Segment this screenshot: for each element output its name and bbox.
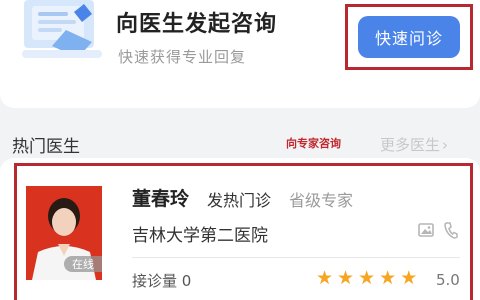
image-consult-icon[interactable]	[418, 222, 434, 238]
consult-card: 向医生发起咨询 快速获得专业回复 快速问诊	[0, 0, 480, 108]
rating-stars: ★ ★ ★ ★ ★	[316, 268, 417, 288]
star-icon: ★	[337, 267, 355, 289]
section-title: 热门医生	[12, 137, 80, 157]
rating-value: 5.0	[436, 271, 460, 289]
star-icon: ★	[316, 267, 334, 289]
doctor-name: 董春玲	[132, 188, 190, 210]
star-icon: ★	[358, 267, 376, 289]
star-icon: ★	[379, 267, 397, 289]
consult-subtitle: 快速获得专业回复	[118, 48, 247, 66]
doctor-department: 发热门诊	[207, 191, 272, 210]
doctor-hospital: 吉林大学第二医院	[132, 226, 268, 246]
chevron-right-icon: ›	[442, 136, 449, 154]
document-illustration-icon	[22, 0, 102, 58]
annotation-label: 向专家咨询	[286, 137, 341, 150]
quick-consult-button[interactable]: 快速问诊	[358, 16, 460, 58]
star-icon: ★	[400, 267, 418, 289]
consult-title: 向医生发起咨询	[116, 12, 278, 37]
online-badge: 在线	[64, 256, 102, 272]
more-doctors-link[interactable]: 更多医生 ›	[380, 134, 448, 155]
consult-count: 接诊量 0	[132, 272, 192, 290]
doctor-level: 省级专家	[289, 191, 354, 210]
quick-consult-highlight-frame: 快速问诊	[345, 4, 473, 70]
more-doctors-label: 更多医生	[380, 136, 441, 154]
card-divider	[132, 257, 460, 258]
phone-consult-icon[interactable]	[444, 222, 458, 239]
